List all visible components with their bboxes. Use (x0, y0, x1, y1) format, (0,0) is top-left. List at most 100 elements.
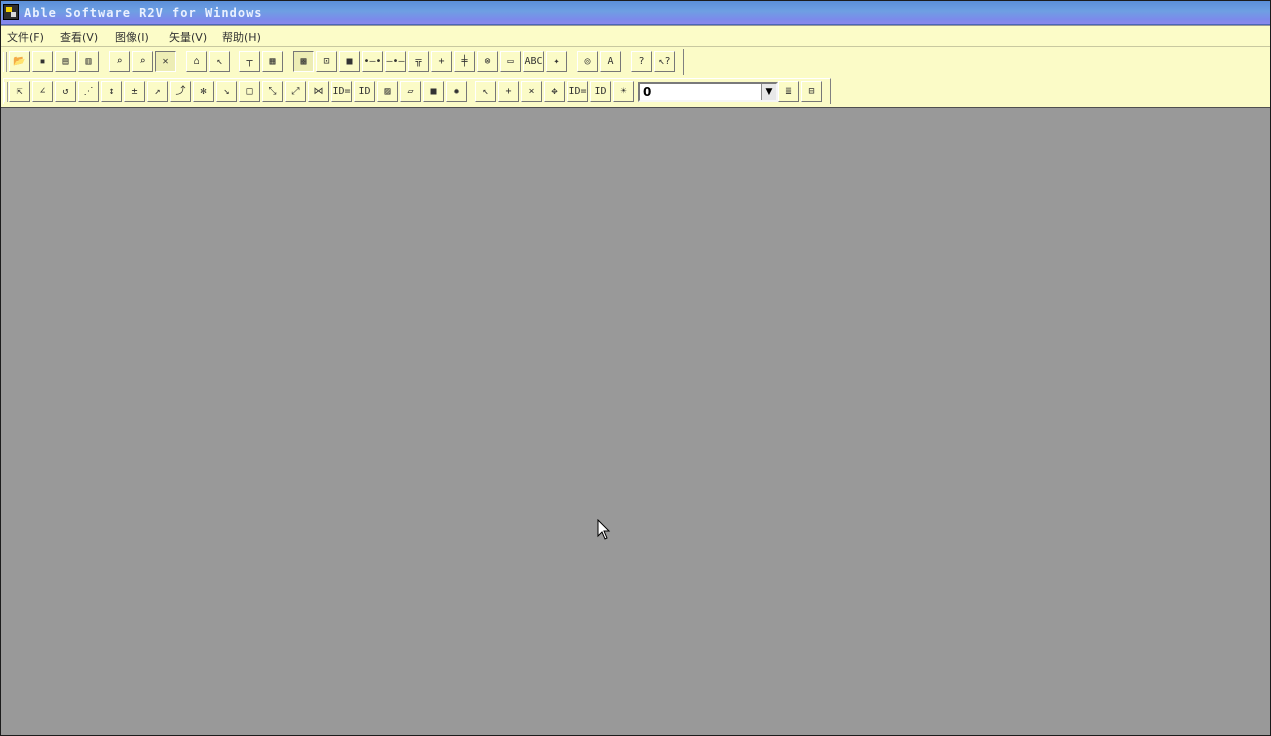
show-vector-button[interactable]: ⊡ (316, 51, 337, 72)
menu-view[interactable]: 查看(V) (60, 29, 98, 45)
break-line-button[interactable]: ✻ (193, 81, 214, 102)
menu-file[interactable]: 文件(F) (7, 29, 44, 45)
show-both-button[interactable]: ■ (339, 51, 360, 72)
fill-button[interactable]: ■ (423, 81, 444, 102)
id-assign-button[interactable]: ID= (331, 81, 352, 102)
vertical-point-button[interactable]: ╪ (454, 51, 475, 72)
menu-help[interactable]: 帮助(H) (222, 29, 261, 45)
show-image-button[interactable]: ▩ (293, 51, 314, 72)
add-point-button[interactable]: + (498, 81, 519, 102)
magnifier-plus-icon: ⌕ (116, 56, 123, 67)
merge-button[interactable]: ⋈ (308, 81, 329, 102)
crosshair-icon: ✦ (553, 56, 560, 67)
rectangle-button[interactable]: □ (239, 81, 260, 102)
point-id-assign-button[interactable]: ID= (567, 81, 588, 102)
split-line-button[interactable]: ± (124, 81, 145, 102)
draw-line-button[interactable]: ∠ (32, 81, 53, 102)
vector-edit-button[interactable]: ✕ (155, 51, 176, 72)
move-point-button[interactable]: ✥ (544, 81, 565, 102)
drawing-workspace[interactable] (1, 108, 1270, 735)
layer-list-button[interactable]: ≣ (778, 81, 799, 102)
chevron-down-icon[interactable]: ▼ (761, 84, 776, 100)
label-cursor-icon: A (607, 56, 614, 67)
menu-bar: 文件(F) 查看(V) 图像(I) 矢量(V) 帮助(H) (1, 26, 1270, 47)
fill-area-icon: ■ (430, 86, 437, 97)
mouse-cursor-icon (597, 519, 611, 540)
id-label-icon: ID (358, 86, 371, 97)
polygon-icon: ▱ (407, 86, 414, 97)
text-button[interactable]: ABC (523, 51, 544, 72)
extend-line-button[interactable]: ↗ (147, 81, 168, 102)
id-label-button[interactable]: ID (354, 81, 375, 102)
polygon-button[interactable]: ▱ (400, 81, 421, 102)
context-help-button[interactable]: ↖? (654, 51, 675, 72)
menu-image[interactable]: 图像(I) (115, 29, 149, 45)
filled-frame-icon: ■ (346, 56, 353, 67)
node-link-icon: •–• (363, 56, 382, 67)
select-button[interactable]: ↖ (209, 51, 230, 72)
add-node-icon: ⋰ (83, 86, 94, 97)
menu-vector[interactable]: 矢量(V) (169, 29, 207, 45)
auto-trace-button[interactable]: ▦ (262, 51, 283, 72)
segment-button[interactable]: –•– (385, 51, 406, 72)
point-button[interactable]: + (431, 51, 452, 72)
folder-open-icon: 📂 (13, 56, 26, 67)
x-circle-icon: ⊗ (484, 56, 491, 67)
delete-point-button[interactable]: ⊗ (477, 51, 498, 72)
edit-vector-button[interactable]: ⇱ (9, 81, 30, 102)
zoom-out-button[interactable]: ⌕ (132, 51, 153, 72)
label-button[interactable]: A (600, 51, 621, 72)
extend-icon: ↗ (154, 86, 161, 97)
vector-pen-icon: ✕ (162, 56, 169, 67)
arrow-pointer-icon: ↖ (216, 56, 223, 67)
control-point-button[interactable]: ✦ (546, 51, 567, 72)
abc-text-icon: ABC (524, 56, 543, 67)
draw-curve-button[interactable]: ↺ (55, 81, 76, 102)
vertical-move-icon: ↕ (108, 86, 115, 97)
hatch-button[interactable]: ▨ (377, 81, 398, 102)
locate-button[interactable]: ◎ (577, 51, 598, 72)
ocr-button[interactable]: ▭ (500, 51, 521, 72)
layer-frame-button[interactable]: ⊟ (801, 81, 822, 102)
save-image-button[interactable]: ▤ (55, 51, 76, 72)
open-file-button[interactable]: 📂 (9, 51, 30, 72)
title-bar[interactable]: Able Software R2V for Windows (1, 1, 1270, 25)
zoom-in-button[interactable]: ⌕ (109, 51, 130, 72)
node-button[interactable]: •–• (362, 51, 383, 72)
add-point-icon: + (505, 86, 512, 97)
r2v-app-icon[interactable] (3, 4, 19, 20)
window-title: Able Software R2V for Windows (24, 6, 263, 20)
vector-select-icon: ⇱ (16, 86, 23, 97)
save-image-icon: ▤ (62, 56, 69, 67)
draw-curve-icon: ↺ (62, 86, 69, 97)
smooth-icon: ⤢ (291, 86, 300, 97)
arrow-question-icon: ↖? (658, 56, 671, 67)
lightbulb-button[interactable]: ☀ (613, 81, 634, 102)
point-id-button[interactable]: ID (590, 81, 611, 102)
id-assign-icon: ID= (332, 86, 351, 97)
auto-trace-icon: ▦ (269, 56, 276, 67)
snap-line-button[interactable]: ⤴ (170, 81, 191, 102)
smooth-button[interactable]: ⤢ (285, 81, 306, 102)
erase-button[interactable]: ⌂ (186, 51, 207, 72)
connect-button[interactable]: ⤡ (262, 81, 283, 102)
floppy-disk-icon: ▪ (39, 56, 46, 67)
save-button[interactable]: ▪ (32, 51, 53, 72)
trace-button[interactable]: ┬ (239, 51, 260, 72)
help-button[interactable]: ? (631, 51, 652, 72)
toolbar-grip[interactable] (4, 82, 8, 102)
save-vector-button[interactable]: ▥ (78, 51, 99, 72)
delete-segment-button[interactable]: ↘ (216, 81, 237, 102)
explode-icon: ✹ (453, 86, 460, 97)
toolbar-grip[interactable] (3, 52, 7, 72)
add-node-button[interactable]: ⋰ (78, 81, 99, 102)
id-combo-box[interactable]: 0 ▼ (638, 82, 778, 102)
select-point-button[interactable]: ↖ (475, 81, 496, 102)
move-node-vertical-button[interactable]: ↕ (101, 81, 122, 102)
image-frame-icon: ▩ (300, 56, 307, 67)
lightbulb-icon: ☀ (620, 86, 627, 97)
break-icon: ✻ (200, 86, 207, 97)
join-button[interactable]: ╦ (408, 51, 429, 72)
remove-point-button[interactable]: × (521, 81, 542, 102)
explode-button[interactable]: ✹ (446, 81, 467, 102)
